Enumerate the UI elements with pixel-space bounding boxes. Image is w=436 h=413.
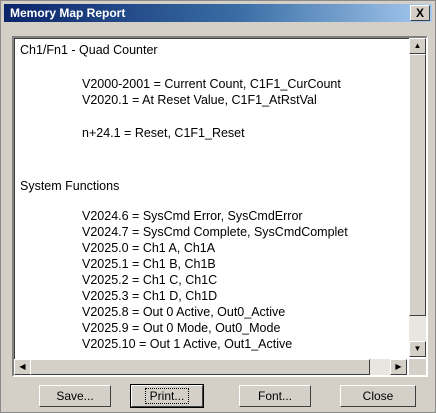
report-line: n+24.1 = Reset, C1F1_Reset <box>82 126 245 140</box>
scroll-down-icon[interactable]: ▼ <box>409 341 426 357</box>
scroll-up-icon[interactable]: ▲ <box>409 38 426 54</box>
report-line: V2025.3 = Ch1 D, Ch1D <box>82 289 218 303</box>
horizontal-scroll-thumb[interactable] <box>30 359 370 375</box>
print-button-label: Print... <box>144 388 190 404</box>
scroll-left-icon[interactable]: ◀ <box>14 359 31 375</box>
report-line: V2025.10 = Out 1 Active, Out1_Active <box>82 337 293 351</box>
print-button[interactable]: Print... <box>130 384 204 408</box>
report-line: V2000-2001 = Current Count, C1F1_CurCoun… <box>82 77 341 91</box>
save-button[interactable]: Save... <box>39 385 111 407</box>
report-line: V2024.6 = SysCmd Error, SysCmdError <box>82 209 303 223</box>
close-button[interactable]: Close <box>340 385 416 407</box>
vertical-scroll-thumb[interactable] <box>409 54 426 316</box>
report-content: Ch1/Fn1 - Quad Counter V2000-2001 = Curr… <box>14 38 407 357</box>
close-button-label: Close <box>362 389 394 403</box>
report-line: V2025.2 = Ch1 C, Ch1C <box>82 273 218 287</box>
report-line: V2025.1 = Ch1 B, Ch1B <box>82 257 216 271</box>
report-line: V2025.0 = Ch1 A, Ch1A <box>82 241 216 255</box>
scrollbar-corner <box>409 359 426 375</box>
section-heading: Ch1/Fn1 - Quad Counter <box>20 43 158 57</box>
report-text-area[interactable]: Ch1/Fn1 - Quad Counter V2000-2001 = Curr… <box>12 36 428 377</box>
horizontal-scrollbar[interactable]: ◀ ▶ <box>14 359 407 375</box>
report-line: V2025.9 = Out 0 Mode, Out0_Mode <box>82 321 281 335</box>
font-button[interactable]: Font... <box>239 385 311 407</box>
report-line: V2024.7 = SysCmd Complete, SysCmdComplet <box>82 225 348 239</box>
report-line: V2020.1 = At Reset Value, C1F1_AtRstVal <box>82 93 317 107</box>
report-line: V2025.8 = Out 0 Active, Out0_Active <box>82 305 286 319</box>
memory-map-report-window: Memory Map Report X Ch1/Fn1 - Quad Count… <box>0 0 436 413</box>
section-heading: System Functions <box>20 179 120 193</box>
vertical-scrollbar[interactable]: ▲ ▼ <box>409 38 426 357</box>
window-title: Memory Map Report <box>10 6 126 20</box>
save-button-label: Save... <box>56 389 94 403</box>
scroll-right-icon[interactable]: ▶ <box>390 359 407 375</box>
title-bar[interactable]: Memory Map Report X <box>4 4 432 22</box>
font-button-label: Font... <box>257 389 292 403</box>
close-icon[interactable]: X <box>410 5 430 21</box>
